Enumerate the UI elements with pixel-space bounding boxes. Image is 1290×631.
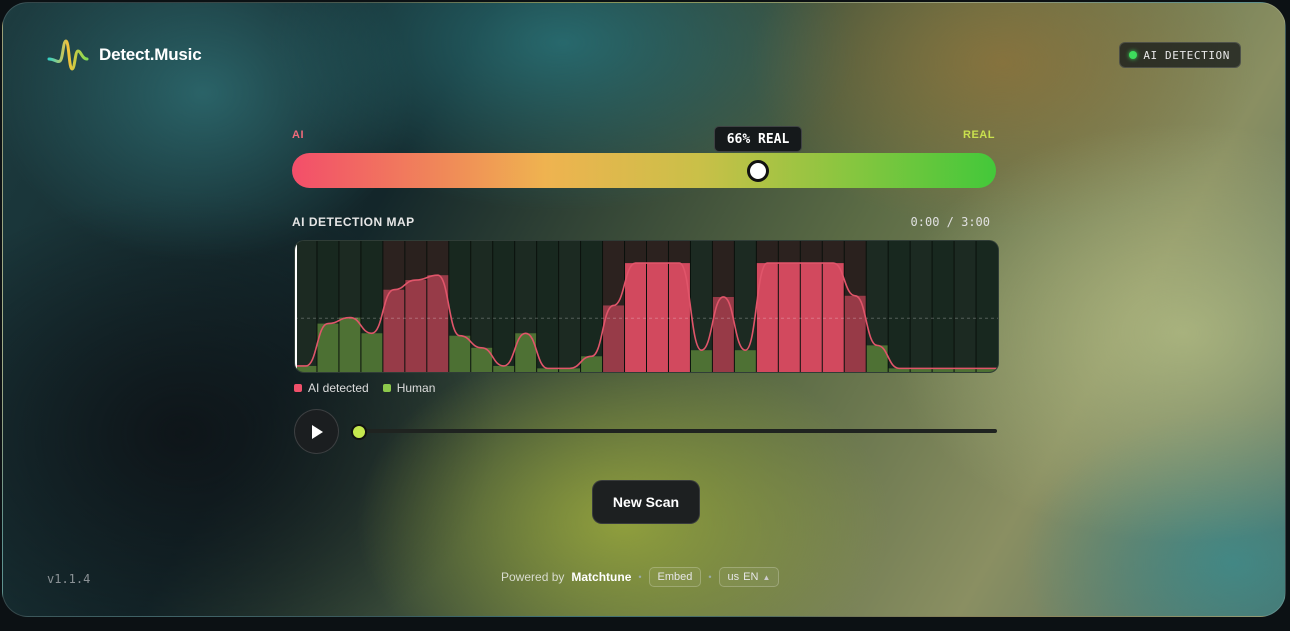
map-segment-bg — [932, 241, 955, 372]
app-card: Detect.Music AI DETECTION AI REAL 66% RE… — [2, 2, 1286, 617]
map-segment-bg — [580, 241, 603, 372]
map-bar-human — [448, 335, 471, 372]
meter-ai-label: AI — [292, 129, 304, 141]
map-segment-bg — [910, 241, 933, 372]
legend-swatch-human — [382, 384, 391, 392]
map-bar-human — [690, 350, 713, 372]
map-bar-human — [734, 350, 757, 372]
map-bar-human — [360, 333, 383, 372]
map-segment-bg — [295, 241, 317, 372]
legend-item-human: Human — [382, 381, 436, 395]
map-segment-bg — [558, 241, 581, 372]
time-readout: 0:00 / 3:00 — [910, 215, 990, 229]
matchtune-link[interactable]: Matchtune — [571, 570, 631, 584]
map-bar-human — [338, 317, 361, 372]
new-scan-button[interactable]: New Scan — [592, 480, 700, 524]
ai-detection-badge: AI DETECTION — [1119, 42, 1241, 68]
language-label: EN — [743, 571, 759, 583]
playback-slider-handle[interactable] — [351, 424, 367, 440]
map-segment-bg — [492, 241, 515, 372]
caret-up-icon: ▲ — [762, 572, 771, 582]
map-bar-ai — [646, 263, 669, 372]
legend-swatch-ai — [294, 384, 302, 392]
play-icon — [311, 424, 323, 439]
separator-dot: • — [638, 572, 642, 582]
map-segment-bg — [888, 241, 911, 372]
map-segment-bg — [536, 241, 559, 372]
map-segment-bg — [976, 241, 998, 372]
version-label: v1.1.4 — [47, 572, 91, 586]
badge-label: AI DETECTION — [1143, 48, 1230, 62]
detection-map-chart — [295, 241, 998, 372]
ai-real-meter — [292, 153, 996, 188]
waveform-logo-icon — [47, 39, 89, 71]
embed-button[interactable]: Embed — [648, 567, 702, 587]
map-bar-ai — [800, 263, 823, 372]
meter-value-tag: 66% REAL — [714, 126, 802, 152]
footer: Powered by Matchtune • Embed • us EN ▲ — [501, 566, 780, 588]
app-logo[interactable]: Detect.Music — [47, 37, 202, 73]
ai-detection-map[interactable] — [294, 240, 999, 373]
map-bar-ai — [778, 263, 801, 372]
map-bar-human — [316, 323, 339, 372]
meter-indicator — [747, 160, 769, 182]
meter-real-label: REAL — [963, 129, 995, 141]
status-dot-icon — [1129, 51, 1138, 59]
legend-item-ai: AI detected — [294, 381, 369, 395]
app-name: Detect.Music — [99, 45, 202, 64]
map-bar-ai — [404, 280, 427, 372]
language-selector[interactable]: us EN ▲ — [718, 567, 780, 587]
play-button[interactable] — [294, 409, 339, 454]
playback-slider[interactable] — [355, 429, 997, 433]
legend-label-ai: AI detected — [308, 381, 369, 395]
map-bar-human — [295, 365, 317, 372]
map-bar-ai — [822, 263, 845, 372]
map-segment-bg — [954, 241, 977, 372]
legend-label-human: Human — [396, 381, 436, 395]
map-bar-ai — [624, 263, 647, 372]
map-legend: AI detected Human — [294, 381, 435, 395]
powered-by-label: Powered by — [501, 570, 565, 584]
separator-dot: • — [708, 572, 712, 582]
map-bar-human — [492, 365, 515, 372]
detection-map-title: AI DETECTION MAP — [292, 215, 415, 229]
us-flag-icon: us — [727, 571, 740, 583]
